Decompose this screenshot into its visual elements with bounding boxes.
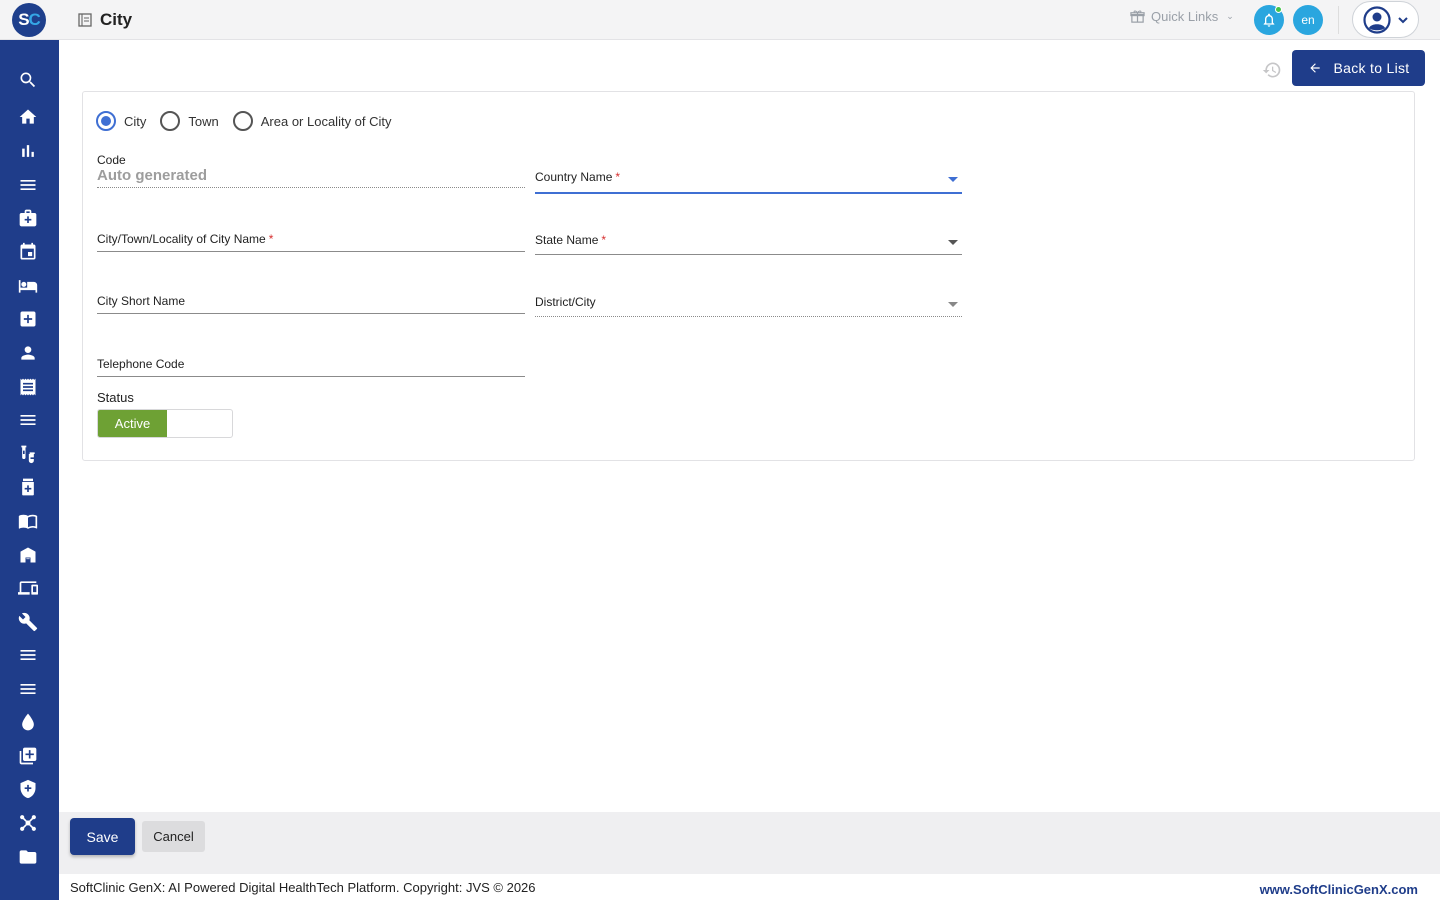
calendar-icon[interactable] [17, 241, 39, 263]
quick-links-label: Quick Links [1151, 9, 1219, 24]
user-avatar-icon [1363, 5, 1391, 34]
quick-links-menu[interactable]: Quick Links ⌄ [1130, 9, 1234, 24]
code-value: Auto generated [97, 167, 208, 184]
cancel-button[interactable]: Cancel [142, 821, 205, 852]
footer-website-link[interactable]: www.SoftClinicGenX.com [1260, 882, 1418, 897]
header-divider [1338, 6, 1339, 34]
telephone-code-label: Telephone Code [97, 357, 185, 371]
caret-down-icon: ⌄ [1226, 11, 1234, 21]
page-icon [78, 13, 92, 27]
page-title: City [100, 10, 133, 29]
store-icon[interactable] [17, 544, 39, 566]
devices-icon[interactable] [17, 577, 39, 599]
radio-area-locality-label: Area or Locality of City [260, 113, 392, 129]
radio-town[interactable]: Town [160, 111, 219, 131]
arrow-left-icon [1309, 63, 1320, 73]
medical-bag-icon[interactable] [17, 207, 39, 229]
logo-letter-s: S [18, 10, 29, 29]
gift-icon [1130, 10, 1145, 23]
back-to-list-label: Back to List [1333, 60, 1410, 76]
required-mark: * [615, 170, 621, 184]
radio-city-indicator[interactable] [96, 111, 116, 131]
receipt-icon[interactable] [17, 376, 39, 398]
bar-chart-icon[interactable] [17, 140, 39, 162]
district-city-label: District/City [535, 295, 596, 309]
city-name-input[interactable] [97, 251, 525, 252]
required-mark: * [601, 233, 607, 247]
shield-icon[interactable] [17, 778, 39, 800]
telephone-code-input[interactable] [97, 376, 525, 377]
radio-city[interactable]: City [96, 111, 146, 131]
required-mark: * [268, 232, 274, 246]
logo-letter-c: C [28, 10, 41, 29]
menu-icon[interactable] [17, 409, 39, 431]
country-name-label: Country Name * [535, 170, 620, 184]
location-type-radio-group: City Town Area or Locality of City [96, 110, 406, 132]
notifications-button[interactable] [1254, 5, 1284, 35]
state-name-label: State Name * [535, 233, 606, 247]
district-dropdown-arrow-icon[interactable] [948, 302, 958, 307]
notification-dot [1275, 6, 1282, 13]
add-library-icon[interactable] [17, 745, 39, 767]
status-label: Status [97, 390, 134, 405]
wrench-icon[interactable] [17, 611, 39, 633]
search-icon[interactable] [17, 69, 39, 91]
country-name-select[interactable] [535, 192, 962, 194]
lab-tubes-icon[interactable] [17, 443, 39, 465]
status-active-option[interactable]: Active [98, 410, 167, 437]
user-menu[interactable] [1352, 1, 1419, 38]
menu-icon[interactable] [17, 644, 39, 666]
city-short-name-label: City Short Name [97, 294, 186, 308]
radio-town-indicator[interactable] [160, 111, 181, 131]
sidebar [0, 40, 59, 900]
chevron-down-icon [1398, 16, 1408, 23]
menu-icon[interactable] [17, 678, 39, 700]
bell-icon [1263, 13, 1275, 27]
city-name-label-text: City/Town/Locality of City Name [97, 232, 266, 246]
city-short-name-input[interactable] [97, 313, 525, 314]
language-button[interactable]: en [1293, 5, 1323, 35]
save-button[interactable]: Save [70, 818, 135, 855]
home-icon[interactable] [17, 106, 39, 128]
bed-icon[interactable] [17, 275, 39, 297]
radio-town-label: Town [188, 113, 219, 129]
status-toggle[interactable]: Active [97, 409, 233, 438]
district-city-select[interactable] [535, 316, 962, 317]
action-bar [59, 812, 1440, 874]
medical-plus-icon[interactable] [17, 308, 39, 330]
radio-area-locality[interactable]: Area or Locality of City [232, 111, 392, 131]
radio-city-label: City [124, 113, 147, 129]
blood-drop-icon[interactable] [17, 711, 39, 733]
city-name-label: City/Town/Locality of City Name * [97, 232, 273, 246]
history-icon[interactable] [1262, 60, 1282, 80]
medicine-bottle-icon[interactable] [17, 476, 39, 498]
person-icon[interactable] [17, 342, 39, 364]
state-name-select[interactable] [535, 254, 962, 255]
country-name-label-text: Country Name [535, 170, 613, 184]
radio-area-locality-indicator[interactable] [232, 111, 253, 131]
state-dropdown-arrow-icon[interactable] [948, 240, 958, 245]
code-field-underline [97, 187, 525, 188]
back-to-list-button[interactable]: Back to List [1292, 50, 1425, 86]
book-icon[interactable] [17, 510, 39, 532]
menu-icon[interactable] [17, 174, 39, 196]
folder-icon[interactable] [17, 846, 39, 868]
app-logo[interactable]: SC [12, 3, 46, 37]
footer-copyright: SoftClinic GenX: AI Powered Digital Heal… [70, 880, 536, 895]
top-bar: SC City Quick Links ⌄ en [0, 0, 1440, 40]
form-card [82, 91, 1415, 461]
code-label: Code [97, 153, 126, 167]
country-dropdown-arrow-icon[interactable] [948, 177, 958, 182]
state-name-label-text: State Name [535, 233, 599, 247]
hub-icon[interactable] [17, 812, 39, 834]
